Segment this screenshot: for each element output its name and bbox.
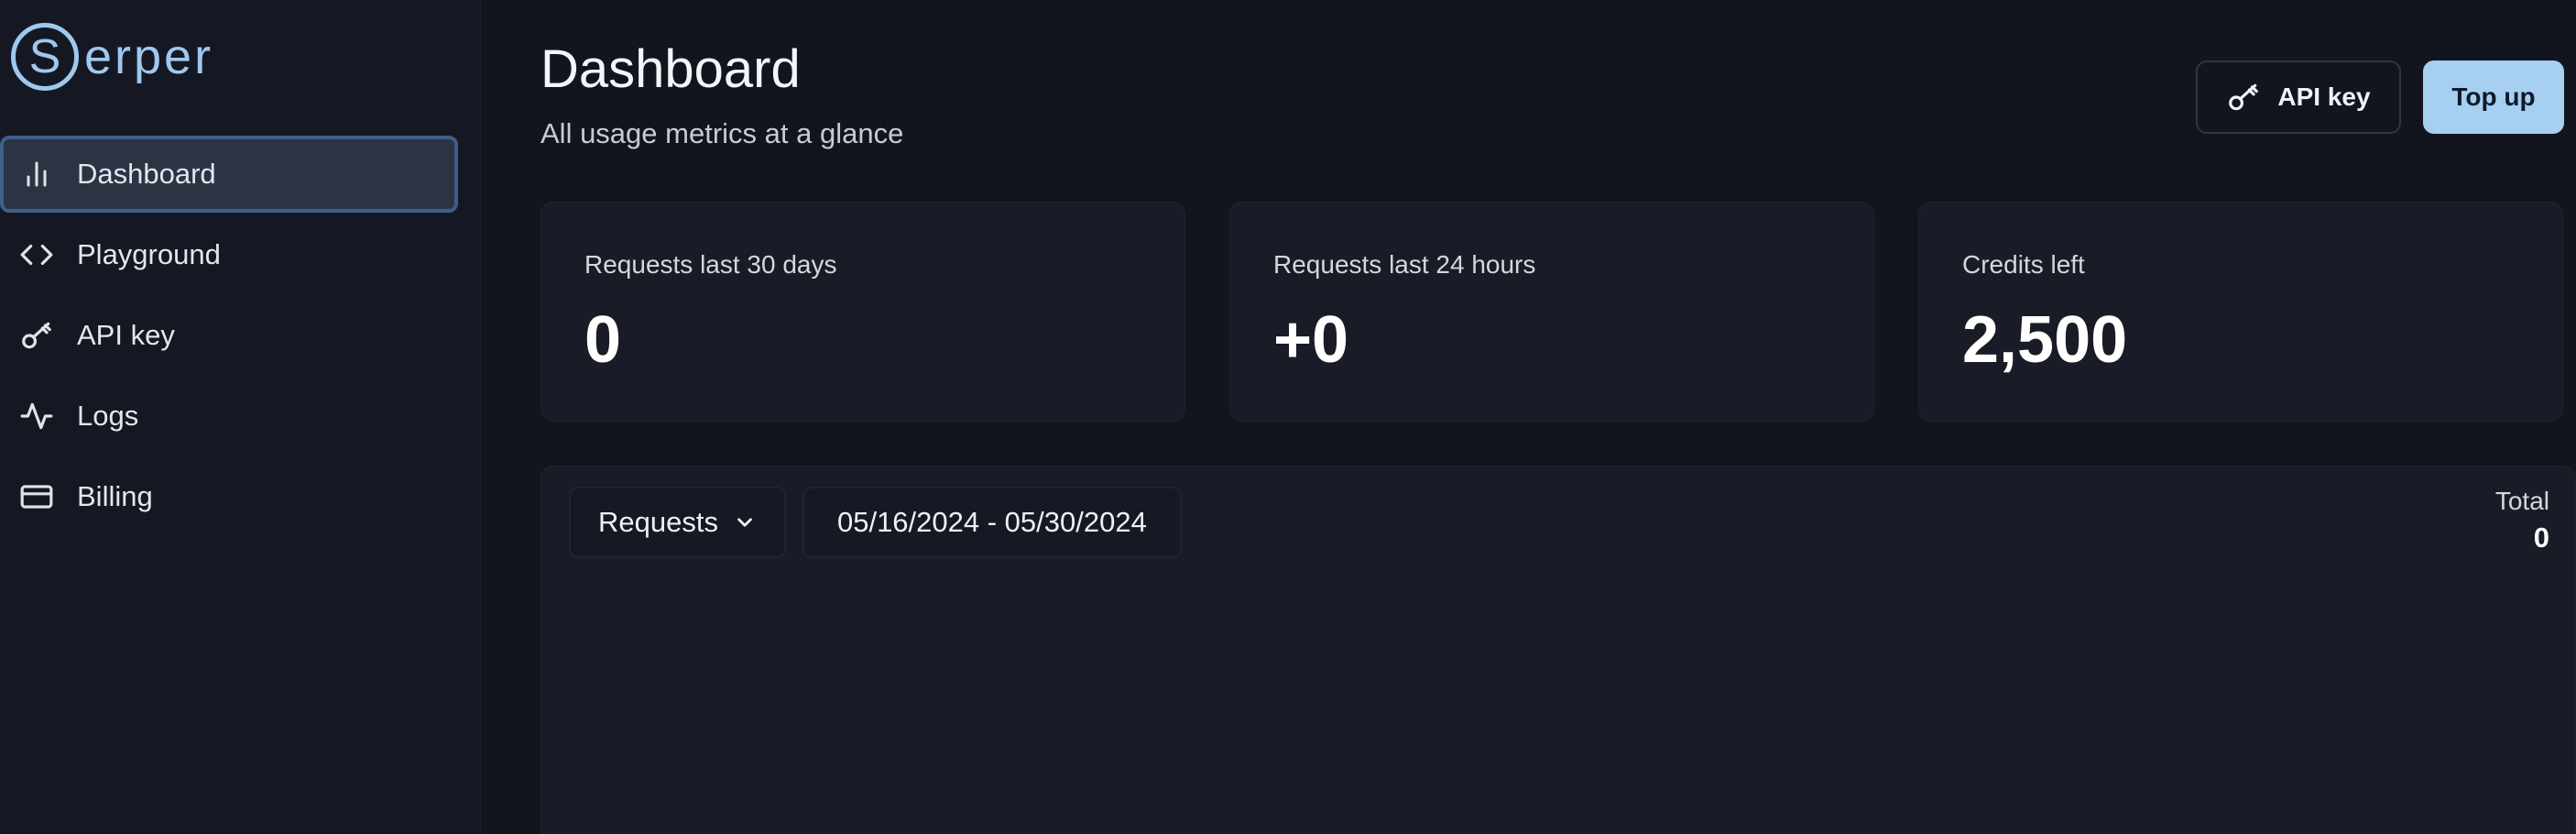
sidebar-item-playground[interactable]: Playground bbox=[0, 216, 458, 293]
top-up-button[interactable]: Top up bbox=[2423, 60, 2564, 134]
sidebar-item-logs[interactable]: Logs bbox=[0, 378, 458, 455]
sidebar: S erper Dashboard Playground API key Log… bbox=[0, 0, 481, 834]
bar-chart-icon bbox=[16, 154, 57, 194]
sidebar-item-label: Playground bbox=[77, 238, 221, 270]
stat-value: +0 bbox=[1273, 303, 1349, 377]
page-title: Dashboard bbox=[540, 39, 801, 99]
stat-card-credits-left: Credits left 2,500 bbox=[1918, 202, 2563, 422]
total-value: 0 bbox=[2533, 521, 2549, 554]
chart-total: Total 0 bbox=[2495, 487, 2549, 554]
date-range-value: 05/16/2024 - 05/30/2024 bbox=[836, 506, 1147, 538]
key-icon bbox=[16, 315, 57, 356]
main-content: Dashboard All usage metrics at a glance … bbox=[481, 0, 2576, 834]
header-actions: API key Top up bbox=[2196, 60, 2564, 134]
logo-mark: S bbox=[11, 23, 79, 91]
page-subtitle: All usage metrics at a glance bbox=[540, 117, 904, 149]
sidebar-item-label: Billing bbox=[77, 480, 153, 512]
metric-select[interactable]: Requests bbox=[569, 487, 786, 558]
sidebar-item-api-key[interactable]: API key bbox=[0, 297, 458, 374]
sidebar-item-label: Logs bbox=[77, 400, 139, 432]
code-icon bbox=[16, 235, 57, 275]
sidebar-item-dashboard[interactable]: Dashboard bbox=[0, 136, 458, 213]
sidebar-nav: Dashboard Playground API key Logs Billin… bbox=[0, 136, 458, 539]
stat-card-requests-24h: Requests last 24 hours +0 bbox=[1229, 202, 1874, 422]
activity-icon bbox=[16, 396, 57, 436]
key-icon bbox=[2229, 83, 2259, 111]
metric-select-value: Requests bbox=[598, 506, 718, 538]
sidebar-item-label: Dashboard bbox=[77, 158, 216, 190]
api-key-button-label: API key bbox=[2277, 82, 2371, 111]
usage-chart-panel: Requests 05/16/2024 - 05/30/2024 Total 0 bbox=[540, 466, 2576, 834]
stat-value: 0 bbox=[584, 303, 622, 377]
stats-row: Requests last 30 days 0 Requests last 24… bbox=[540, 202, 2563, 422]
stat-label: Requests last 30 days bbox=[584, 250, 837, 279]
app-root: S erper Dashboard Playground API key Log… bbox=[0, 0, 2576, 834]
logo-text: erper bbox=[84, 29, 214, 84]
total-label: Total bbox=[2494, 487, 2549, 515]
serper-logo[interactable]: S erper bbox=[11, 20, 213, 93]
stat-label: Requests last 24 hours bbox=[1273, 250, 1536, 279]
chevron-down-icon bbox=[737, 518, 752, 527]
stat-card-requests-30d: Requests last 30 days 0 bbox=[540, 202, 1185, 422]
api-key-button[interactable]: API key bbox=[2196, 60, 2401, 134]
stat-label: Credits left bbox=[1962, 250, 2085, 279]
chart-controls: Requests 05/16/2024 - 05/30/2024 bbox=[569, 487, 1182, 558]
sidebar-item-label: API key bbox=[77, 319, 175, 351]
date-range-picker[interactable]: 05/16/2024 - 05/30/2024 bbox=[802, 487, 1182, 558]
top-up-button-label: Top up bbox=[2451, 82, 2536, 111]
credit-card-icon bbox=[16, 477, 57, 517]
sidebar-item-billing[interactable]: Billing bbox=[0, 458, 458, 535]
stat-value: 2,500 bbox=[1962, 303, 2128, 377]
